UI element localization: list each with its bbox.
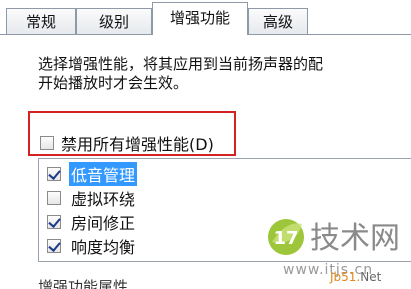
checkbox-bass-management[interactable]: [47, 167, 61, 181]
description-line-2: 开始播放时才会生效。: [38, 74, 189, 92]
list-item-label: 响度均衡: [71, 238, 136, 257]
enhancement-properties-heading: 增强功能属性: [38, 278, 129, 289]
tab-advanced[interactable]: 高级: [248, 8, 308, 34]
description-text: 选择增强性能，将其应用到当前扬声器的配 开始播放时才会生效。: [38, 55, 411, 93]
list-item-room-correction[interactable]: 房间修正: [47, 211, 137, 233]
tab-general[interactable]: 常规: [6, 8, 76, 34]
watermark-brand-text: 技术网: [310, 221, 400, 256]
list-item-loudness-equalization[interactable]: 响度均衡: [47, 235, 137, 257]
watermark-url-secondary-prefix: Jb51: [330, 270, 357, 284]
disable-all-label: 禁用所有增强性能(D): [61, 135, 214, 154]
checkbox-loudness-equalization[interactable]: [47, 239, 61, 253]
properties-window: 常规 级别 增强功能 高级 选择增强性能，将其应用到当前扬声器的配 开始播放时才…: [0, 0, 411, 289]
list-item-label: 虚拟环绕: [71, 190, 136, 209]
watermark-number: 17: [273, 228, 298, 249]
watermark-logo: 17 技术网: [268, 219, 400, 256]
disable-all-enhancements-checkbox[interactable]: 禁用所有增强性能(D): [40, 132, 214, 154]
list-item-label: 房间修正: [71, 214, 136, 233]
list-item-label: 低音管理: [69, 162, 138, 186]
checkbox-box[interactable]: [40, 136, 54, 150]
description-line-1: 选择增强性能，将其应用到当前扬声器的配: [38, 55, 324, 73]
list-item-virtual-surround[interactable]: 虚拟环绕: [47, 187, 137, 209]
checkbox-room-correction[interactable]: [47, 215, 61, 229]
tab-enhancements[interactable]: 增强功能: [152, 2, 248, 35]
watermark-url-secondary: Jb51.Net: [330, 270, 381, 284]
watermark-url-secondary-net: Net: [360, 270, 382, 284]
list-item-bass-management[interactable]: 低音管理: [47, 162, 138, 186]
checkbox-virtual-surround[interactable]: [47, 191, 61, 205]
tab-levels[interactable]: 级别: [76, 8, 152, 34]
